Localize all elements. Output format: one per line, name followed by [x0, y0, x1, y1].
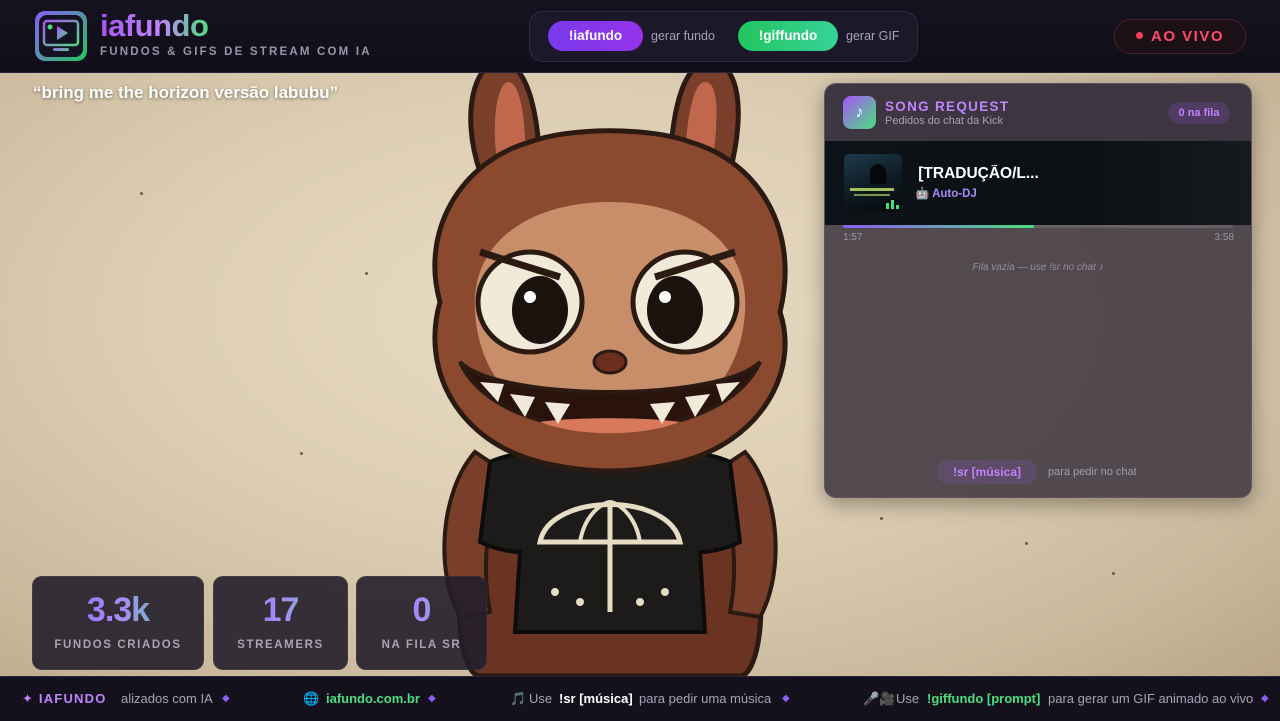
- song-request-subtitle: Pedidos do chat da Kick: [885, 115, 1004, 127]
- ticker-separator: ◆: [222, 693, 230, 704]
- playback-progress-bar: [843, 225, 1233, 228]
- live-label: AO VIVO: [1150, 28, 1224, 45]
- logo-icon: [35, 11, 87, 61]
- song-thumbnail: [844, 154, 902, 212]
- stat-card-streamers: 17 STREAMERS: [213, 576, 348, 670]
- sr-command-chip: !sr [música]: [937, 460, 1037, 484]
- stat-label: NA FILA SR: [381, 639, 462, 651]
- song-request-panel: ♪ SONG REQUEST Pedidos do chat da Kick 0…: [824, 83, 1252, 498]
- top-header: iafundo FUNDOS & GIFS DE STREAM COM IA !…: [0, 0, 1280, 73]
- globe-icon: 🌐: [303, 691, 320, 706]
- stat-label: FUNDOS CRIADOS: [54, 639, 182, 651]
- ticker-separator: ◆: [1261, 693, 1269, 704]
- total-duration: 3:58: [1214, 232, 1234, 243]
- brand-name: iafundo: [100, 8, 209, 43]
- ticker-command: !sr [música]: [559, 691, 633, 706]
- bottom-ticker: ✦ IAFUNDO alizados com IA ◆ 🌐 iafundo.co…: [0, 676, 1280, 721]
- song-request-title: SONG REQUEST: [885, 99, 1010, 114]
- command-pill-iafundo[interactable]: !iafundo: [548, 21, 643, 51]
- song-title: nd [TRADUÇÃO/L...: [915, 165, 1055, 183]
- ticker-use: Use: [896, 691, 920, 706]
- queue-count-badge: 0 na fila: [1168, 102, 1230, 124]
- ticker-text: para pedir uma música: [639, 691, 772, 706]
- music-note-icon: ♪: [843, 96, 876, 129]
- command-bar: !iafundo gerar fundo !giffundo gerar GIF: [529, 11, 918, 62]
- mic-camera-icon: 🎤🎥: [863, 691, 896, 706]
- live-badge: AO VIVO: [1114, 19, 1246, 54]
- ticker-command: !giffundo [prompt]: [927, 691, 1041, 706]
- song-source: 🤖 Auto-DJ: [915, 188, 977, 200]
- command-desc-giffundo: gerar GIF: [846, 29, 900, 43]
- prompt-caption: “bring me the horizon versão labubu”: [33, 83, 339, 102]
- elapsed-time: 1:57: [843, 232, 863, 243]
- ticker-text: para gerar um GIF animado ao vivo: [1048, 691, 1254, 706]
- ticker-brand: ✦ IAFUNDO: [22, 691, 107, 706]
- sr-command-hint: para pedir no chat: [1048, 466, 1137, 478]
- stat-label: STREAMERS: [237, 639, 324, 651]
- command-desc-iafundo: gerar fundo: [651, 29, 715, 43]
- ticker-use: Use: [529, 691, 553, 706]
- now-playing: nd [TRADUÇÃO/L... 🤖 Auto-DJ: [825, 141, 1251, 225]
- command-pill-giffundo-label: !giffundo: [758, 28, 818, 43]
- ticker-item: alizados com IA: [121, 691, 213, 706]
- ticker-site-link[interactable]: iafundo.com.br: [326, 677, 420, 721]
- stat-card-fila: 0 NA FILA SR: [356, 576, 487, 670]
- stat-value: 17: [214, 591, 347, 630]
- stat-card-fundos: 3.3k FUNDOS CRIADOS: [32, 576, 204, 670]
- live-dot-icon: [1135, 32, 1143, 39]
- ticker-separator: ◆: [428, 693, 436, 704]
- music-icon: 🎵: [510, 691, 527, 706]
- playback-progress-fill: [843, 225, 1035, 228]
- stat-value: 3.3k: [33, 591, 203, 630]
- queue-empty-message: Fila vazia — use !sr no chat ♪: [972, 262, 1104, 273]
- song-request-header: ♪ SONG REQUEST Pedidos do chat da Kick 0…: [825, 84, 1251, 141]
- stat-value: 0: [357, 591, 486, 630]
- command-pill-giffundo[interactable]: !giffundo: [738, 21, 838, 51]
- ticker-separator: ◆: [782, 693, 790, 704]
- brand-tagline: FUNDOS & GIFS DE STREAM COM IA: [100, 46, 372, 58]
- song-title-text: nd [TRADUÇÃO/L...: [915, 165, 1039, 182]
